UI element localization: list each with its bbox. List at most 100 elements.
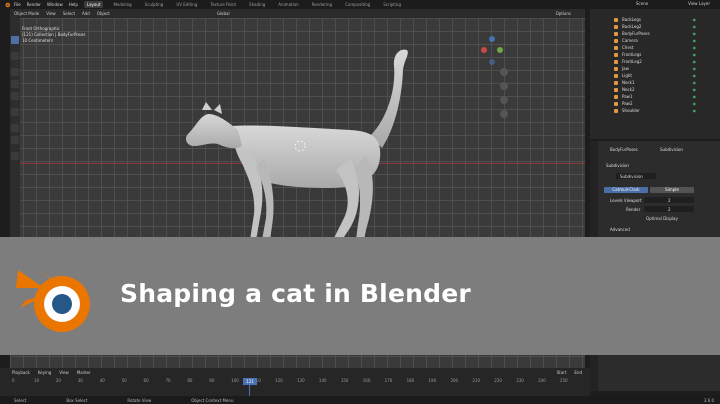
view-menu[interactable]: View (46, 11, 56, 16)
visibility-eye-icon[interactable]: ◉ (693, 101, 697, 106)
playhead-line (249, 385, 250, 396)
timeline-ruler[interactable]: 0102030405060708090100110120130140150160… (12, 378, 582, 385)
advanced-section[interactable]: Advanced (610, 227, 630, 232)
outliner-row[interactable]: BackLeg2 ◉ (590, 23, 720, 30)
grid-scale-info: 10 Centimeters (22, 38, 53, 43)
outliner-row[interactable]: Jaw ◉ (590, 65, 720, 72)
visibility-eye-icon[interactable]: ◉ (693, 31, 697, 36)
outliner-row[interactable]: Shoulder ◉ (590, 107, 720, 114)
light-icon (614, 73, 618, 78)
levels-viewport-value: 2 (668, 198, 671, 203)
menu-help[interactable]: Help (69, 2, 78, 7)
transform-tool-icon[interactable] (11, 108, 19, 116)
tab-texture-paint[interactable]: Texture Paint (207, 1, 239, 8)
outliner-row[interactable]: FrontLeg2 ◉ (590, 58, 720, 65)
context-modifier-label: Subdivision (660, 147, 683, 152)
view-menu-timeline[interactable]: View (59, 370, 69, 375)
menu-window[interactable]: Window (47, 2, 63, 7)
visibility-eye-icon[interactable]: ◉ (693, 87, 697, 92)
add-modifier-label[interactable]: Subdivision (606, 163, 629, 168)
visibility-eye-icon[interactable]: ◉ (693, 108, 697, 113)
move-tool-icon[interactable] (11, 68, 19, 76)
timeline-panel: Playback Keying View Marker Start End 0 1… (0, 368, 590, 396)
simple-button[interactable]: Simple (650, 187, 694, 193)
tab-modeling[interactable]: Modeling (110, 1, 134, 8)
blender-logo-icon[interactable] (3, 2, 11, 8)
outliner-row[interactable]: Chest ◉ (590, 44, 720, 51)
timeline-tick: 120 (275, 378, 283, 383)
keying-menu[interactable]: Keying (38, 370, 51, 375)
menu-file[interactable]: File (14, 2, 21, 7)
outliner-row[interactable]: Paw2 ◉ (590, 100, 720, 107)
menu-render[interactable]: Render (27, 2, 41, 7)
start-frame-label[interactable]: Start (557, 370, 567, 375)
object-icon (614, 87, 618, 92)
outliner-row[interactable]: FrontLegs ◉ (590, 51, 720, 58)
tab-uv-editing[interactable]: UV Editing (173, 1, 200, 8)
object-menu[interactable]: Object (97, 11, 110, 16)
outliner-row[interactable]: Camera ◉ (590, 37, 720, 44)
scale-tool-icon[interactable] (11, 92, 19, 100)
visibility-eye-icon[interactable]: ◉ (693, 59, 697, 64)
outliner-row[interactable]: Neck1 ◉ (590, 79, 720, 86)
tab-animation[interactable]: Animation (275, 1, 301, 8)
timeline-tick: 160 (362, 378, 371, 383)
tab-compositing[interactable]: Compositing (342, 1, 373, 8)
mode-selector[interactable]: Object Mode (14, 11, 39, 16)
current-frame-indicator[interactable]: 121 (243, 378, 257, 385)
outliner-panel: BackLegs ◉ BackLeg2 ◉ BodyFurPoses ◉ Camera… (590, 9, 720, 139)
measure-tool-icon[interactable] (11, 136, 19, 144)
rotate-tool-icon[interactable] (11, 80, 19, 88)
visibility-eye-icon[interactable]: ◉ (693, 17, 697, 22)
options-menu[interactable]: Options (556, 11, 571, 16)
object-icon (614, 101, 618, 106)
outliner-row[interactable]: Light ◉ (590, 72, 720, 79)
transform-orientation[interactable]: Global (217, 11, 230, 16)
add-menu[interactable]: Add (82, 11, 90, 16)
select-box-tool-icon[interactable] (11, 36, 19, 44)
visibility-eye-icon[interactable]: ◉ (693, 66, 697, 71)
optimal-display-checkbox[interactable]: Optimal Display (646, 216, 678, 221)
tab-scripting[interactable]: Scripting (380, 1, 404, 8)
outliner-row[interactable]: Neck2 ◉ (590, 86, 720, 93)
timeline-tick: 50 (121, 378, 127, 383)
navigation-gizmo[interactable] (480, 34, 520, 144)
end-frame-label[interactable]: End (574, 370, 582, 375)
tab-layout[interactable]: Layout (83, 1, 104, 8)
camera-icon (614, 38, 618, 43)
visibility-eye-icon[interactable]: ◉ (693, 94, 697, 99)
marker-menu[interactable]: Marker (77, 370, 91, 375)
object-icon (614, 31, 618, 36)
object-icon (614, 17, 618, 22)
outliner-row[interactable]: BackLegs ◉ (590, 16, 720, 23)
visibility-eye-icon[interactable]: ◉ (693, 24, 697, 29)
annotate-tool-icon[interactable] (11, 124, 19, 132)
object-icon (614, 52, 618, 57)
cursor-tool-icon[interactable] (11, 52, 19, 60)
visibility-eye-icon[interactable]: ◉ (693, 73, 697, 78)
playback-menu[interactable]: Playback (12, 370, 30, 375)
status-box-select: Box Select (66, 397, 88, 403)
object-icon (614, 24, 618, 29)
add-cube-tool-icon[interactable] (11, 152, 19, 160)
visibility-eye-icon[interactable]: ◉ (693, 52, 697, 57)
status-rotate-view: Rotate View (127, 397, 152, 403)
timeline-tick: 80 (187, 378, 193, 383)
scene-selector[interactable]: Scene (636, 1, 648, 6)
tab-rendering[interactable]: Rendering (309, 1, 335, 8)
view-layer-selector[interactable]: View Layer (688, 1, 710, 6)
timeline-tick: 230 (516, 378, 524, 383)
visibility-eye-icon[interactable]: ◉ (693, 45, 697, 50)
top-menu-bar: File Render Window Help Layout Modeling … (0, 0, 720, 9)
outliner-row[interactable]: Paw1 ◉ (590, 93, 720, 100)
visibility-eye-icon[interactable]: ◉ (693, 38, 697, 43)
timeline-tick: 10 (33, 378, 40, 383)
tab-shading[interactable]: Shading (246, 1, 268, 8)
visibility-eye-icon[interactable]: ◉ (693, 80, 697, 85)
outliner-row[interactable]: BodyFurPoses ◉ (590, 30, 720, 37)
tab-sculpting[interactable]: Sculpting (142, 1, 167, 8)
select-menu[interactable]: Select (63, 11, 75, 16)
catmull-clark-button[interactable]: Catmull-Clark (604, 187, 648, 193)
blender-logo-icon (16, 268, 90, 332)
timeline-tick: 30 (77, 378, 83, 383)
